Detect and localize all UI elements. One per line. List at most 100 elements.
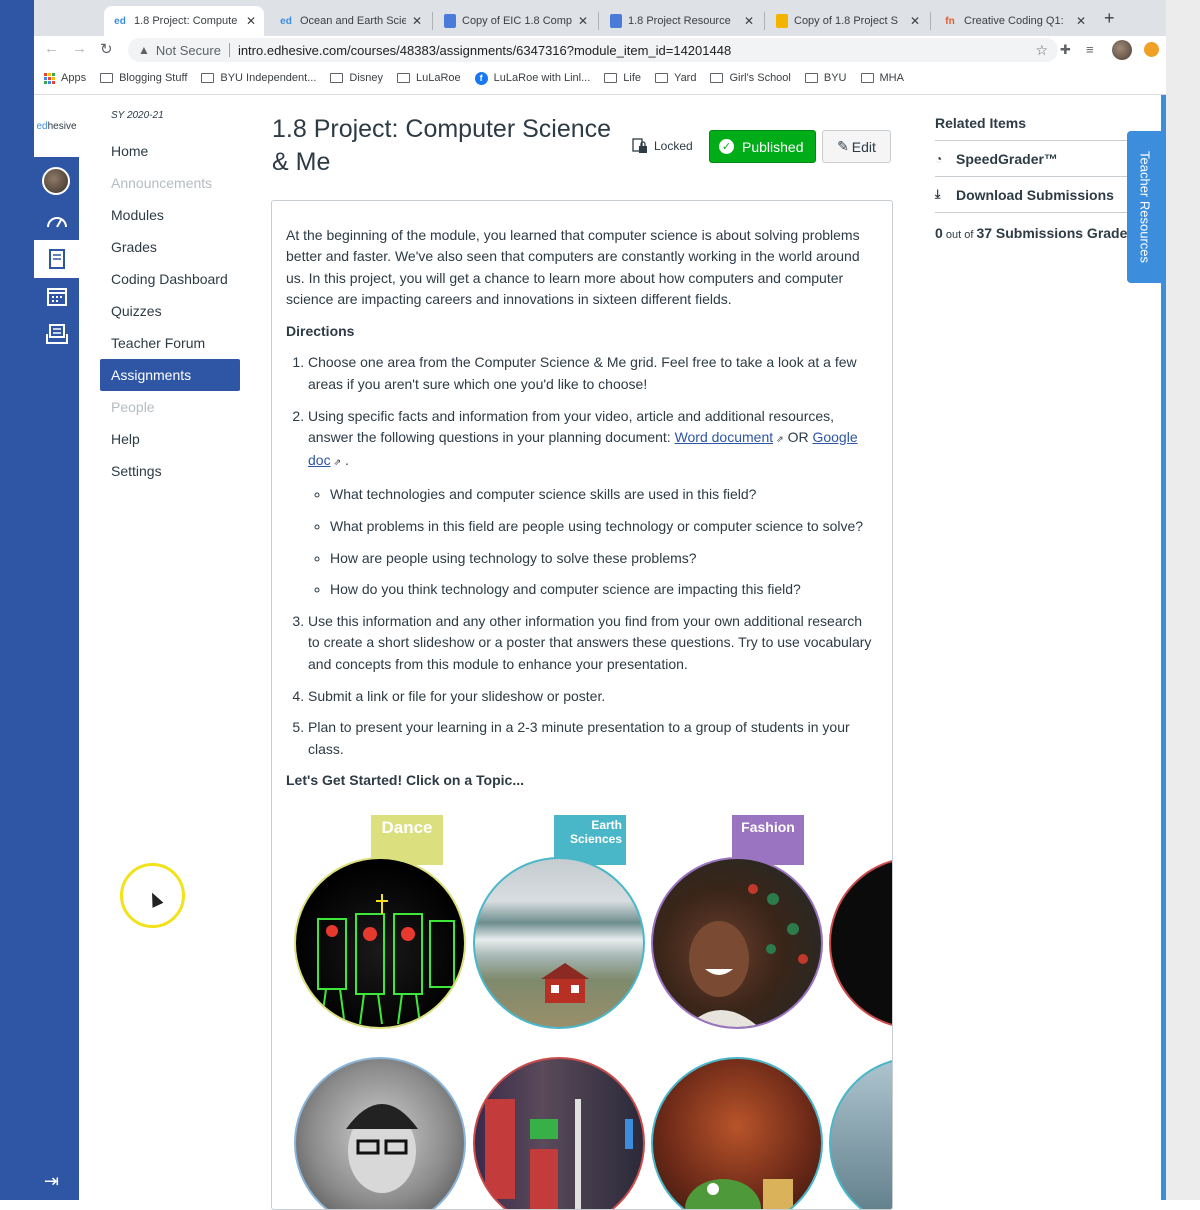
course-nav-settings[interactable]: Settings bbox=[100, 455, 240, 487]
dance-topic-image[interactable] bbox=[294, 857, 466, 1029]
fashion-topic-image[interactable] bbox=[651, 857, 823, 1029]
bookmark-link[interactable]: f LuLaRoe with Linl... bbox=[474, 71, 591, 85]
url-text: intro.edhesive.com/courses/48383/assignm… bbox=[237, 42, 732, 58]
bookmark-folder[interactable]: Life bbox=[604, 72, 641, 84]
close-icon[interactable]: ✕ bbox=[1076, 14, 1086, 28]
check-icon: ✓ bbox=[719, 139, 734, 154]
bookmark-star-icon[interactable]: ☆ bbox=[1035, 42, 1048, 59]
related-items-heading: Related Items bbox=[935, 115, 1135, 141]
tab-bar: ed 1.8 Project: Compute ✕ ed Ocean and E… bbox=[34, 0, 1166, 36]
forward-arrow-icon[interactable]: → bbox=[72, 40, 87, 57]
profile-avatar[interactable] bbox=[1112, 40, 1132, 60]
term-label: SY 2020-21 bbox=[111, 110, 164, 121]
bookmark-label: LuLaRoe with Linl... bbox=[493, 72, 591, 84]
animated-scene-image bbox=[685, 1179, 793, 1209]
topic-image-5[interactable] bbox=[294, 1057, 466, 1209]
inbox-nav-item[interactable] bbox=[34, 315, 79, 353]
folder-icon bbox=[330, 73, 344, 83]
course-nav-announcements[interactable]: Announcements bbox=[100, 167, 240, 199]
close-icon[interactable]: ✕ bbox=[412, 14, 422, 28]
edhesive-logo[interactable]: ed hesive bbox=[34, 95, 79, 157]
address-bar[interactable]: ▲ Not Secure intro.edhesive.com/courses/… bbox=[128, 38, 1058, 62]
tab-separator bbox=[432, 12, 433, 30]
speedgrader-icon: ◔ bbox=[935, 151, 943, 166]
calendar-nav-item[interactable] bbox=[34, 277, 79, 315]
browser-tab-4[interactable]: 1.8 Project Resource ✕ bbox=[602, 6, 762, 36]
locked-label: Locked bbox=[654, 139, 693, 153]
bookmark-folder[interactable]: LuLaRoe bbox=[397, 72, 461, 84]
bookmark-label: Yard bbox=[674, 72, 697, 84]
bookmark-apps[interactable]: Apps bbox=[44, 72, 86, 84]
locked-status[interactable]: Locked bbox=[632, 138, 693, 154]
get-started-heading: Let's Get Started! Click on a Topic... bbox=[286, 772, 524, 789]
bookmark-folder[interactable]: Yard bbox=[655, 72, 696, 84]
bookmark-label: BYU Independent... bbox=[220, 72, 317, 84]
browser-tab-2[interactable]: ed Ocean and Earth Scie ✕ bbox=[270, 6, 430, 36]
course-nav-home[interactable]: Home bbox=[100, 135, 240, 167]
course-nav-quizzes[interactable]: Quizzes bbox=[100, 295, 240, 327]
course-nav-grades[interactable]: Grades bbox=[100, 231, 240, 263]
edhesive-favicon-icon: ed bbox=[114, 15, 126, 27]
word-document-link[interactable]: Word document bbox=[675, 429, 774, 445]
topic-image-6[interactable] bbox=[473, 1057, 645, 1209]
reading-list-icon[interactable]: ≡ bbox=[1086, 42, 1094, 57]
published-label: Published bbox=[742, 138, 804, 155]
bookmark-label: MHA bbox=[879, 72, 904, 84]
bookmark-folder[interactable]: Blogging Stuff bbox=[100, 72, 187, 84]
speedgrader-link[interactable]: ◔ SpeedGrader™ bbox=[935, 141, 1135, 177]
direction-step: Choose one area from the Computer Scienc… bbox=[308, 352, 876, 395]
extension-icon[interactable] bbox=[1144, 42, 1159, 57]
dashboard-nav-item[interactable] bbox=[34, 202, 79, 240]
directions-list: Choose one area from the Computer Scienc… bbox=[308, 352, 876, 759]
browser-tab-3[interactable]: Copy of EIC 1.8 Comp ✕ bbox=[436, 6, 596, 36]
browser-tab-6[interactable]: fn Creative Coding Q1: ✕ bbox=[934, 6, 1094, 36]
course-nav-coding-dashboard[interactable]: Coding Dashboard bbox=[100, 263, 240, 295]
new-tab-button[interactable]: + bbox=[1104, 8, 1115, 29]
course-nav-teacher-forum[interactable]: Teacher Forum bbox=[100, 327, 240, 359]
course-nav-help[interactable]: Help bbox=[100, 423, 240, 455]
security-label: Not Secure bbox=[155, 42, 221, 58]
reload-icon[interactable]: ↻ bbox=[100, 40, 113, 58]
question-item: How do you think technology and computer… bbox=[330, 579, 876, 600]
earth-sciences-topic-image[interactable] bbox=[473, 857, 645, 1029]
tab-title: Copy of 1.8 Project S bbox=[794, 15, 898, 27]
close-icon[interactable]: ✕ bbox=[744, 14, 754, 28]
download-submissions-link[interactable]: ⤓ Download Submissions bbox=[935, 177, 1135, 213]
apps-grid-icon bbox=[44, 72, 55, 84]
bookmark-folder[interactable]: Girl's School bbox=[710, 72, 791, 84]
collapse-nav-icon[interactable]: ⇥ bbox=[44, 1171, 59, 1192]
topic-image-4[interactable] bbox=[829, 857, 892, 1029]
teacher-resources-tab[interactable]: Teacher Resources bbox=[1127, 131, 1163, 283]
account-avatar[interactable] bbox=[42, 167, 70, 195]
divider bbox=[228, 43, 230, 57]
bookmark-folder[interactable]: Disney bbox=[330, 72, 383, 84]
browser-tab-1[interactable]: ed 1.8 Project: Compute ✕ bbox=[104, 6, 264, 36]
edit-button[interactable]: ✎ Edit bbox=[822, 130, 891, 163]
course-nav-assignments[interactable]: Assignments bbox=[100, 359, 240, 391]
topic-image-8[interactable] bbox=[829, 1057, 892, 1209]
bookmark-label: Life bbox=[623, 72, 642, 84]
close-icon[interactable]: ✕ bbox=[246, 14, 256, 28]
graded-mid: out of bbox=[942, 229, 977, 241]
course-nav-people[interactable]: People bbox=[100, 391, 240, 423]
directions-heading: Directions bbox=[286, 322, 355, 339]
google-slides-icon bbox=[776, 14, 788, 28]
related-items-panel: Related Items ◔ SpeedGrader™ ⤓ Download … bbox=[935, 115, 1136, 241]
published-button[interactable]: ✓ Published bbox=[709, 130, 816, 163]
browser-tab-5[interactable]: Copy of 1.8 Project S ✕ bbox=[768, 6, 928, 36]
desktop-frame-right bbox=[1166, 0, 1200, 1200]
bookmark-folder[interactable]: BYU Independent... bbox=[201, 72, 316, 84]
close-icon[interactable]: ✕ bbox=[578, 14, 588, 28]
bookmark-folder[interactable]: BYU bbox=[804, 72, 847, 84]
courses-nav-item[interactable] bbox=[34, 240, 79, 278]
topic-image-7[interactable] bbox=[651, 1057, 823, 1209]
close-icon[interactable]: ✕ bbox=[910, 14, 920, 28]
back-arrow-icon[interactable]: ← bbox=[44, 40, 59, 57]
browser-window: ed 1.8 Project: Compute ✕ ed Ocean and E… bbox=[34, 0, 1166, 95]
tab-separator bbox=[764, 12, 765, 30]
external-link-icon: ⇗ bbox=[776, 433, 784, 444]
course-nav-modules[interactable]: Modules bbox=[100, 199, 240, 231]
step-text: OR bbox=[783, 428, 813, 445]
extensions-puzzle-icon[interactable]: ✚ bbox=[1060, 42, 1071, 58]
bookmark-folder[interactable]: MHA bbox=[860, 72, 904, 84]
